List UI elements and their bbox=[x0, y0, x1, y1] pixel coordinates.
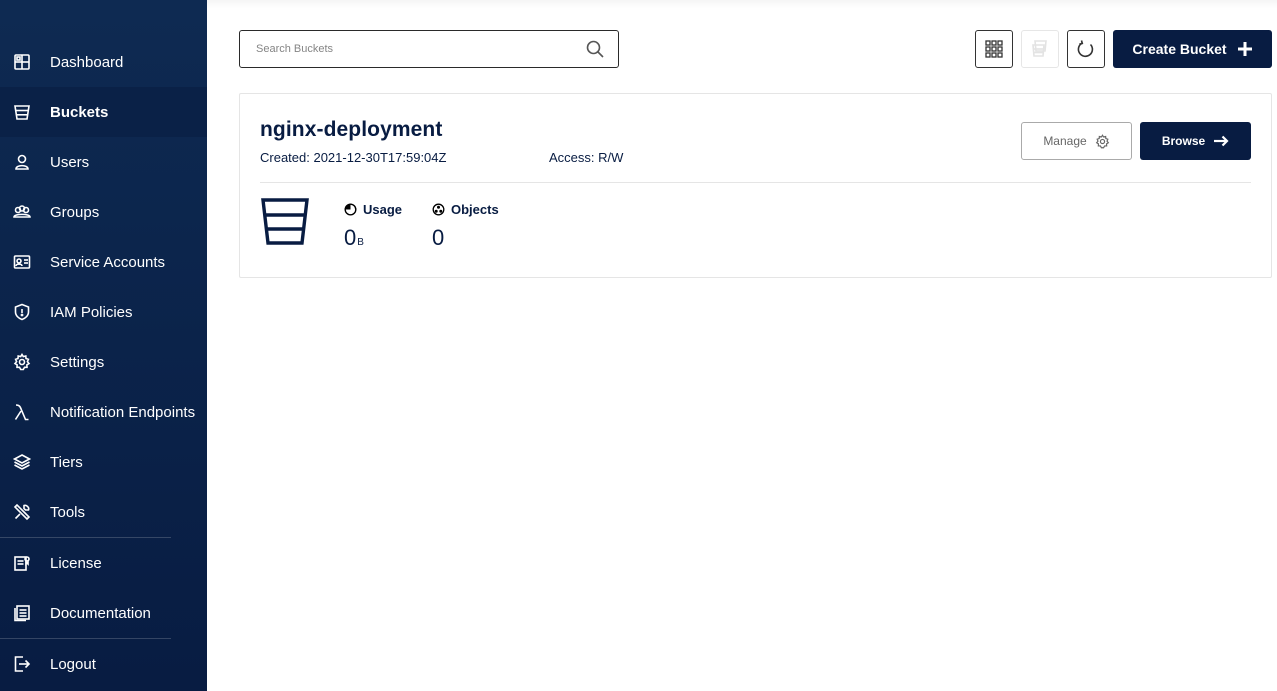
sidebar-item-dashboard[interactable]: Dashboard bbox=[0, 37, 207, 87]
sidebar-item-label: Users bbox=[50, 153, 90, 171]
lambda-icon bbox=[13, 403, 31, 421]
browse-button[interactable]: Browse bbox=[1140, 122, 1251, 160]
usage-number: 0 bbox=[344, 225, 357, 250]
shield-icon bbox=[13, 303, 31, 321]
sidebar-item-users[interactable]: Users bbox=[0, 137, 207, 187]
manage-label: Manage bbox=[1043, 134, 1087, 148]
dashboard-icon bbox=[13, 53, 31, 71]
grid-view-button[interactable] bbox=[975, 30, 1013, 68]
sidebar-item-label: IAM Policies bbox=[50, 303, 133, 321]
gear-icon bbox=[1095, 133, 1109, 148]
search-icon[interactable] bbox=[586, 40, 604, 58]
sidebar: Dashboard Buckets Users Groups Service A… bbox=[0, 0, 207, 691]
usage-label: Usage bbox=[363, 202, 403, 217]
refresh-button[interactable] bbox=[1067, 30, 1105, 68]
stacked-buckets-icon bbox=[1032, 40, 1047, 57]
search-box[interactable] bbox=[239, 30, 619, 68]
groups-icon bbox=[13, 203, 31, 221]
objects-label: Objects bbox=[451, 202, 499, 217]
sidebar-item-iam-policies[interactable]: IAM Policies bbox=[0, 287, 207, 337]
pie-chart-icon bbox=[344, 203, 357, 216]
sidebar-item-groups[interactable]: Groups bbox=[0, 187, 207, 237]
sidebar-item-label: Dashboard bbox=[50, 53, 124, 71]
layers-icon bbox=[13, 453, 31, 471]
refresh-icon bbox=[1077, 40, 1094, 58]
usage-stat-label: Usage bbox=[344, 202, 402, 217]
usage-value: 0B bbox=[344, 225, 402, 251]
bucket-access: Access: R/W bbox=[549, 150, 624, 165]
sidebar-item-service-accounts[interactable]: Service Accounts bbox=[0, 237, 207, 287]
search-input[interactable] bbox=[240, 31, 580, 67]
grid-icon bbox=[985, 40, 1003, 58]
topbar-shadow bbox=[207, 0, 1277, 8]
gear-icon bbox=[13, 353, 31, 371]
bucket-large-icon bbox=[260, 196, 310, 246]
sidebar-item-tools[interactable]: Tools bbox=[0, 487, 207, 537]
sidebar-item-settings[interactable]: Settings bbox=[0, 337, 207, 387]
bucket-icon bbox=[13, 103, 31, 121]
id-card-icon bbox=[13, 253, 31, 271]
sidebar-item-label: Groups bbox=[50, 203, 100, 221]
usage-unit: B bbox=[357, 237, 364, 248]
sidebar-item-label: Tiers bbox=[50, 453, 83, 471]
sidebar-item-buckets[interactable]: Buckets bbox=[0, 87, 207, 137]
sidebar-item-label: License bbox=[50, 554, 102, 572]
sidebar-item-tiers[interactable]: Tiers bbox=[0, 437, 207, 487]
sidebar-item-label: Service Accounts bbox=[50, 253, 166, 271]
tools-icon bbox=[13, 503, 31, 521]
usage-stat: Usage 0B bbox=[344, 202, 402, 251]
bucket-replication-button[interactable] bbox=[1021, 30, 1059, 68]
license-icon bbox=[13, 554, 31, 572]
sidebar-item-notification-endpoints[interactable]: Notification Endpoints bbox=[0, 387, 207, 437]
bucket-created: Created: 2021-12-30T17:59:04Z bbox=[260, 150, 447, 165]
sidebar-item-label: Settings bbox=[50, 353, 105, 371]
objects-value: 0 bbox=[432, 225, 445, 250]
browse-label: Browse bbox=[1161, 134, 1206, 148]
sidebar-item-documentation[interactable]: Documentation bbox=[0, 588, 207, 638]
user-icon bbox=[13, 153, 31, 171]
documentation-icon bbox=[13, 604, 31, 622]
arrow-right-icon bbox=[1214, 135, 1229, 147]
sidebar-item-label: Tools bbox=[50, 503, 86, 521]
bucket-card[interactable]: nginx-deployment Created: 2021-12-30T17:… bbox=[239, 93, 1272, 278]
create-bucket-label: Create Bucket bbox=[1132, 41, 1227, 57]
sidebar-item-label: Logout bbox=[50, 655, 96, 673]
sidebar-item-license[interactable]: License bbox=[0, 538, 207, 588]
sidebar-item-label: Buckets bbox=[50, 103, 109, 121]
plus-icon bbox=[1237, 42, 1252, 56]
create-bucket-button[interactable]: Create Bucket bbox=[1113, 30, 1272, 68]
objects-icon bbox=[432, 203, 445, 216]
manage-button[interactable]: Manage bbox=[1021, 122, 1132, 160]
sidebar-item-logout[interactable]: Logout bbox=[0, 639, 207, 689]
objects-stat-label: Objects bbox=[432, 202, 499, 217]
objects-stat: Objects 0 bbox=[432, 202, 499, 251]
bucket-name[interactable]: nginx-deployment bbox=[260, 118, 442, 142]
logout-icon bbox=[13, 655, 31, 673]
card-divider bbox=[260, 182, 1251, 183]
sidebar-item-label: Documentation bbox=[50, 604, 151, 622]
sidebar-item-label: Notification Endpoints bbox=[50, 403, 196, 421]
